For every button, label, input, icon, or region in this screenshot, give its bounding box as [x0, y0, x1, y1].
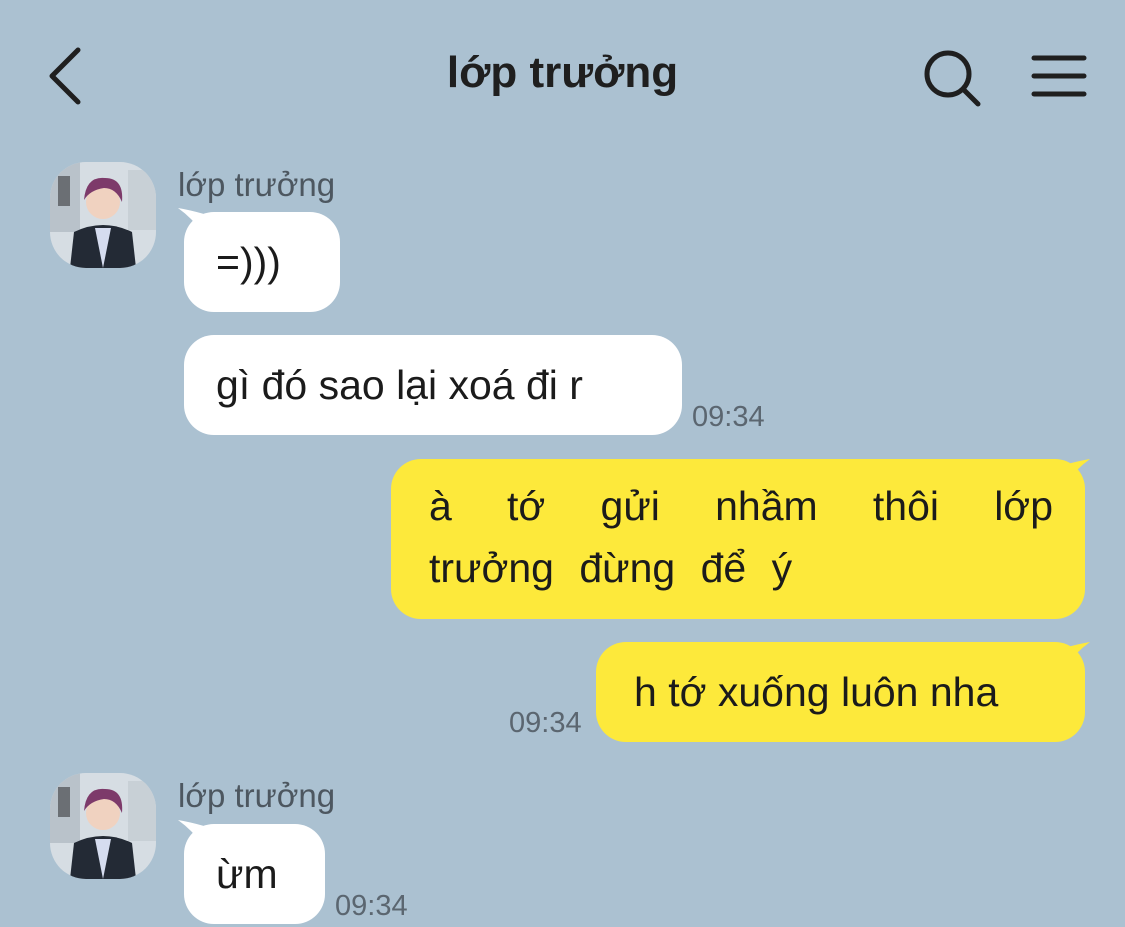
message-bubble-outgoing[interactable]: h tớ xuống luôn nha — [596, 642, 1085, 742]
chat-header: lớp trưởng — [0, 0, 1125, 150]
avatar[interactable] — [50, 162, 156, 268]
search-button[interactable] — [918, 44, 986, 112]
avatar-photo — [50, 773, 156, 879]
message-timestamp: 09:34 — [509, 707, 582, 739]
message-bubble-outgoing[interactable]: à tớ gửi nhầm thôi lớp trưởng đừng để ý — [391, 459, 1085, 619]
message-text: h tớ xuống luôn nha — [634, 669, 999, 715]
message-bubble-incoming[interactable]: =))) — [184, 212, 340, 312]
search-icon — [924, 50, 981, 107]
message-timestamp: 09:34 — [335, 890, 408, 922]
sender-name: lớp trưởng — [178, 777, 336, 814]
message-bubble-incoming[interactable]: ừm — [184, 824, 325, 924]
message-text: ừm — [216, 851, 278, 897]
avatar[interactable] — [50, 773, 156, 879]
message-text: gì đó sao lại xoá đi r — [216, 362, 583, 408]
message-timestamp: 09:34 — [692, 401, 765, 433]
message-text: =))) — [216, 239, 281, 285]
message-text: à tớ gửi nhầm thôi lớp trưởng đừng để ý — [429, 483, 1053, 591]
menu-button[interactable] — [1028, 48, 1090, 104]
avatar-photo — [50, 162, 156, 268]
hamburger-menu-icon — [1031, 55, 1087, 97]
message-bubble-incoming[interactable]: gì đó sao lại xoá đi r — [184, 335, 682, 435]
sender-name: lớp trưởng — [178, 166, 336, 203]
